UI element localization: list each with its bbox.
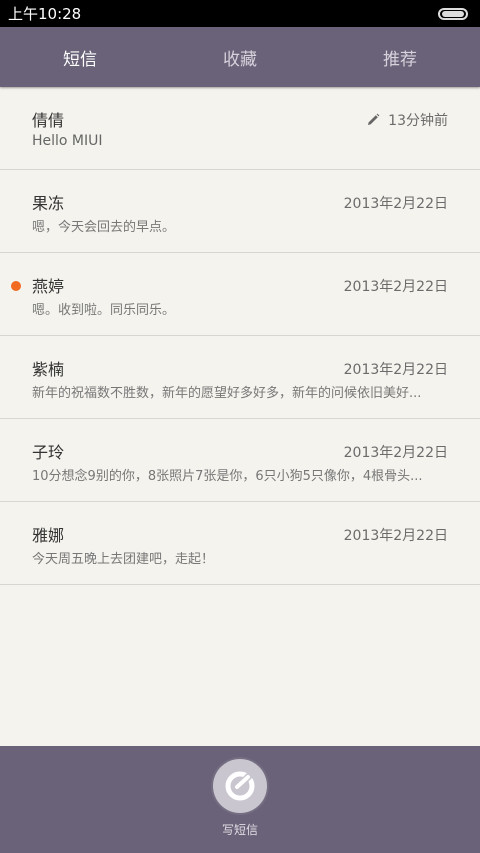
tab-favorites[interactable]: 收藏: [160, 27, 320, 87]
contact-name: 紫楠: [32, 360, 65, 379]
contact-name: 子玲: [32, 443, 65, 462]
message-row[interactable]: 果冻 2013年2月22日 嗯，今天会回去的早点。: [0, 170, 480, 253]
message-preview: 10分想念9别的你，8张照片7张是你，6只小狗5只像你，4根骨头...: [32, 469, 423, 484]
tab-recommended[interactable]: 推荐: [320, 27, 480, 87]
bottom-bar: 写短信: [0, 746, 480, 853]
status-bar: 上午10:28: [0, 0, 480, 27]
contact-name: 倩倩: [32, 111, 65, 130]
message-date: 2013年2月22日: [343, 196, 448, 212]
message-date: 2013年2月22日: [343, 279, 448, 295]
tab-label: 收藏: [223, 49, 257, 70]
message-preview: 嗯。收到啦。同乐同乐。: [32, 303, 176, 318]
message-row[interactable]: 倩倩 13分钟前 Hello MIUI: [0, 87, 480, 170]
unread-indicator: [11, 281, 21, 291]
message-preview: 新年的祝福数不胜数，新年的愿望好多好多，新年的问候依旧美好...: [32, 386, 422, 401]
message-date: 2013年2月22日: [343, 445, 448, 461]
contact-name: 雅娜: [32, 526, 65, 545]
message-row[interactable]: 紫楠 2013年2月22日 新年的祝福数不胜数，新年的愿望好多好多，新年的问候依…: [0, 336, 480, 419]
message-date: 2013年2月22日: [343, 528, 448, 544]
message-row[interactable]: 雅娜 2013年2月22日 今天周五晚上去团建吧，走起！: [0, 502, 480, 585]
contact-name: 燕婷: [32, 277, 65, 296]
message-list: 倩倩 13分钟前 Hello MIUI 果冻 2013年2月22日 嗯，今天会回…: [0, 87, 480, 585]
tab-label: 推荐: [383, 49, 417, 70]
tab-label: 短信: [63, 49, 97, 70]
tab-bar: 短信 收藏 推荐: [0, 27, 480, 87]
compose-label: 写短信: [221, 823, 258, 837]
message-time: 13分钟前: [366, 110, 448, 130]
message-row[interactable]: 燕婷 2013年2月22日 嗯。收到啦。同乐同乐。: [0, 253, 480, 336]
compose-icon: [225, 771, 255, 801]
message-preview: Hello MIUI: [32, 133, 103, 149]
status-time: 上午10:28: [8, 5, 82, 23]
message-date: 2013年2月22日: [343, 362, 448, 378]
compose-button[interactable]: [213, 759, 267, 813]
message-row[interactable]: 子玲 2013年2月22日 10分想念9别的你，8张照片7张是你，6只小狗5只像…: [0, 419, 480, 502]
message-preview: 嗯，今天会回去的早点。: [32, 220, 176, 235]
message-date: 13分钟前: [388, 113, 448, 129]
tab-messages[interactable]: 短信: [0, 27, 160, 87]
contact-name: 果冻: [32, 194, 65, 213]
battery-icon: [438, 7, 468, 20]
pencil-icon: [368, 113, 380, 125]
message-preview: 今天周五晚上去团建吧，走起！: [32, 552, 215, 567]
